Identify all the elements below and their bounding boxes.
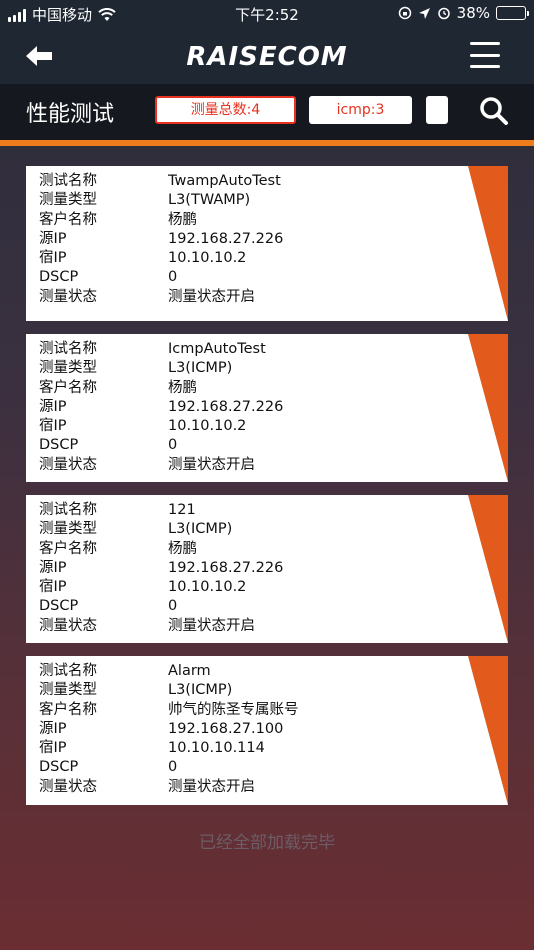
- alarm-icon: [437, 7, 450, 20]
- card-row-dscp: DSCP 0: [39, 598, 178, 615]
- card-row-type: 测量类型 L3(ICMP): [39, 682, 233, 699]
- filter-chip-icmp[interactable]: icmp:3: [309, 96, 412, 124]
- card-row-name: 测试名称 TwampAutoTest: [39, 173, 281, 189]
- card-row-name: 测试名称 Alarm: [39, 663, 211, 679]
- orientation-lock-icon: [398, 6, 411, 20]
- card-row-type: 测量类型 L3(TWAMP): [39, 192, 251, 209]
- card-row-dst-ip: 宿IP 10.10.10.2: [39, 418, 247, 435]
- filter-chip-partial[interactable]: [426, 96, 448, 124]
- card-corner-flag: [468, 334, 508, 482]
- battery-icon: [496, 6, 529, 20]
- card-row-dst-ip: 宿IP 10.10.10.114: [39, 740, 265, 757]
- card-row-type: 测量类型 L3(ICMP): [39, 360, 233, 377]
- status-bar: 中国移动 下午2:52 38%: [0, 0, 534, 28]
- card-row-customer: 客户名称 杨鹏: [39, 379, 197, 396]
- card-row-name: 测试名称 IcmpAutoTest: [39, 341, 266, 357]
- card-corner-flag: [468, 166, 508, 321]
- battery-percent: 38%: [456, 4, 490, 22]
- card-row-customer: 客户名称 杨鹏: [39, 540, 197, 557]
- card-row-type: 测量类型 L3(ICMP): [39, 521, 233, 538]
- card-row-dst-ip: 宿IP 10.10.10.2: [39, 579, 247, 596]
- card-row-status: 测量状态 测量状态开启: [39, 617, 255, 634]
- card-corner-flag: [468, 495, 508, 643]
- card-row-name: 测试名称 121: [39, 502, 196, 518]
- header-row: 性能测试 测量总数:4 icmp:3: [0, 84, 534, 140]
- nav-bar: RAISECOM: [0, 28, 534, 84]
- card-row-status: 测量状态 测量状态开启: [39, 456, 255, 473]
- card-row-customer: 客户名称 帅气的陈圣专属账号: [39, 701, 299, 718]
- status-right: 38%: [398, 4, 529, 22]
- location-icon: [418, 7, 430, 19]
- all-loaded-message: 已经全部加载完毕: [199, 833, 335, 853]
- card-row-src-ip: 源IP 192.168.27.226: [39, 559, 284, 576]
- card-row-dscp: DSCP 0: [39, 437, 178, 454]
- page-title: 性能测试: [26, 102, 115, 127]
- test-card[interactable]: 测试名称 121 测量类型 L3(ICMP) 客户名称 杨鹏 源IP 192.168.2…: [26, 495, 508, 643]
- test-card[interactable]: 测试名称 Alarm 测量类型 L3(ICMP) 客户名称 帅气的陈圣专属账号 源IP…: [26, 656, 508, 805]
- search-icon[interactable]: [478, 95, 510, 127]
- test-card[interactable]: 测试名称 TwampAutoTest 测量类型 L3(TWAMP) 客户名称 杨鹏 源…: [26, 166, 508, 321]
- card-row-dscp: DSCP 0: [39, 269, 178, 286]
- card-row-src-ip: 源IP 192.168.27.226: [39, 230, 284, 247]
- card-corner-flag: [468, 656, 508, 805]
- card-row-customer: 客户名称 杨鹏: [39, 211, 197, 228]
- hamburger-menu-icon[interactable]: [470, 42, 500, 68]
- filter-chip-total[interactable]: 测量总数:4: [155, 96, 296, 124]
- test-card[interactable]: 测试名称 IcmpAutoTest 测量类型 L3(ICMP) 客户名称 杨鹏 源IP…: [26, 334, 508, 482]
- card-row-src-ip: 源IP 192.168.27.100: [39, 720, 284, 737]
- raisecom-logo: RAISECOM: [186, 42, 348, 72]
- card-row-src-ip: 源IP 192.168.27.226: [39, 398, 284, 415]
- accent-divider: [0, 140, 534, 146]
- card-row-dst-ip: 宿IP 10.10.10.2: [39, 250, 247, 267]
- card-row-status: 测量状态 测量状态开启: [39, 778, 255, 795]
- card-row-dscp: DSCP 0: [39, 759, 178, 776]
- card-row-status: 测量状态 测量状态开启: [39, 288, 255, 305]
